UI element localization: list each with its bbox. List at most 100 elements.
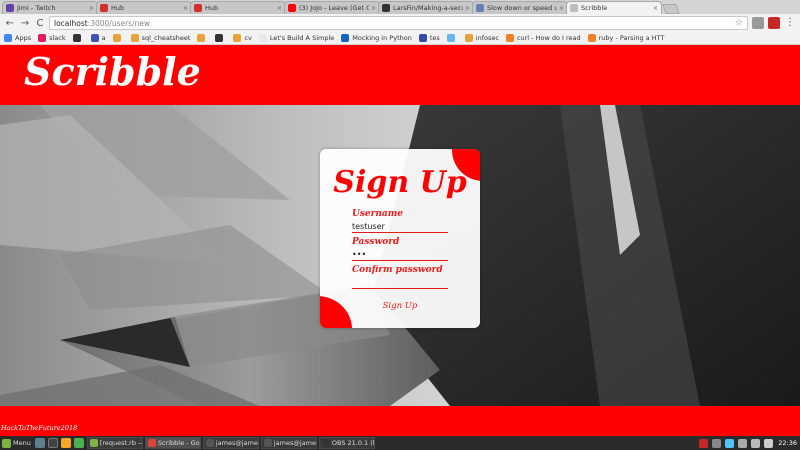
taskbar-window-button[interactable]: james@james xyxy=(260,437,317,449)
site-footer: HackToTheFuture2018 xyxy=(0,406,800,436)
show-desktop-icon[interactable] xyxy=(34,438,45,448)
start-menu-button[interactable]: Menu xyxy=(0,438,35,448)
bookmark-icon xyxy=(258,34,267,42)
taskbar-window-label: [request.rb — xyxy=(99,439,143,447)
tab-title: LarsFin/Making-a-secur xyxy=(393,4,463,12)
bluetooth-icon[interactable] xyxy=(725,438,735,448)
clock[interactable]: 22:36 xyxy=(778,439,797,447)
back-icon[interactable]: ← xyxy=(4,18,16,29)
taskbar-window-label: james@james xyxy=(215,439,259,447)
close-tab-icon[interactable]: × xyxy=(277,5,282,12)
bookmark-icon xyxy=(38,34,47,42)
site-logo[interactable]: Scribble xyxy=(24,49,201,94)
signup-button[interactable]: Sign Up xyxy=(378,300,422,312)
bookmark-item[interactable]: Let's Build A Simple xyxy=(258,34,335,42)
browser-tab-strip: Jimi - Twitch × Hub × Hub × (3) JoJo - Leave (… xyxy=(0,0,800,14)
tab-title: Slow down or speed up xyxy=(487,4,557,12)
close-tab-icon[interactable]: × xyxy=(465,5,470,12)
taskbar-window-button[interactable]: james@james xyxy=(202,437,259,449)
browser-tab[interactable]: LarsFin/Making-a-secur × xyxy=(378,1,474,14)
close-tab-icon[interactable]: × xyxy=(653,5,658,12)
url-path: :3000/users/new xyxy=(87,18,151,28)
new-tab-button[interactable] xyxy=(662,4,680,14)
browser-tab[interactable]: Jimi - Twitch × xyxy=(2,1,98,14)
tab-title: Hub xyxy=(205,4,219,12)
username-field[interactable] xyxy=(352,221,448,233)
confirm-password-label: Confirm password xyxy=(352,265,443,275)
bookmark-label: ruby - Parsing a HTT xyxy=(598,34,665,42)
extension-icon[interactable] xyxy=(752,17,764,29)
bookmark-item[interactable] xyxy=(112,34,124,42)
menu-dots-icon[interactable]: ⋮ xyxy=(784,17,796,29)
browser-tab[interactable]: (3) JoJo - Leave (Get Out× xyxy=(284,1,380,14)
taskbar-window-button[interactable]: OBS 21.0.1 (li xyxy=(318,437,375,449)
browser-launcher-icon[interactable] xyxy=(73,438,84,448)
bookmark-item[interactable]: cv xyxy=(233,34,252,42)
signup-form: Sign Up Username Password Confirm passwo… xyxy=(320,149,480,328)
bookmark-icon xyxy=(341,34,350,42)
bookmark-icon xyxy=(233,34,242,42)
bookmark-icon xyxy=(418,34,427,42)
bookmark-label: a xyxy=(101,34,106,42)
tab-favicon-icon xyxy=(570,4,578,12)
network-icon[interactable] xyxy=(712,438,722,448)
battery-icon[interactable] xyxy=(764,438,774,448)
wifi-icon[interactable] xyxy=(738,438,748,448)
browser-tab[interactable]: Slow down or speed up × xyxy=(472,1,568,14)
os-taskbar: Menu [request.rb — Scribble - Goo james@ja… xyxy=(0,436,800,450)
menu-icon xyxy=(2,438,11,448)
password-field[interactable] xyxy=(352,249,448,261)
bookmark-item[interactable]: sql_cheatsheet xyxy=(130,34,191,42)
app-icon xyxy=(205,439,214,447)
forward-icon[interactable]: → xyxy=(19,18,31,29)
username-label: Username xyxy=(352,209,404,219)
reload-icon[interactable]: C xyxy=(34,18,46,29)
bookmark-label: infosec xyxy=(475,34,499,42)
taskbar-window-button[interactable]: Scribble - Goo xyxy=(144,437,201,449)
bookmark-item[interactable] xyxy=(215,34,226,42)
bookmark-label: Let's Build A Simple xyxy=(269,34,335,42)
bookmark-icon xyxy=(90,34,99,42)
bookmark-item[interactable]: a xyxy=(90,34,106,42)
bookmarks-bar: Apps slack a sql_cheatsheet cv Let's Build A … xyxy=(0,32,800,45)
tab-title: Scribble xyxy=(581,4,608,12)
bookmark-icon xyxy=(215,34,224,42)
bookmark-item[interactable]: curl - How do I read xyxy=(505,34,581,42)
close-tab-icon[interactable]: × xyxy=(559,5,564,12)
terminal-icon[interactable] xyxy=(47,438,58,448)
site-header: Scribble xyxy=(0,45,800,105)
bookmark-item[interactable]: slack xyxy=(38,34,66,42)
bookmark-label: Mocking in Python xyxy=(352,34,412,42)
tab-favicon-icon xyxy=(194,4,202,12)
bookmark-item[interactable]: ruby - Parsing a HTT xyxy=(587,34,665,42)
files-icon[interactable] xyxy=(60,438,71,448)
bookmark-label: Apps xyxy=(15,34,32,42)
bookmark-item[interactable]: tes xyxy=(418,34,440,42)
address-bar[interactable]: localhost:3000/users/new ☆ xyxy=(49,16,748,30)
bookmark-item[interactable] xyxy=(197,34,208,42)
footer-text: HackToTheFuture2018 xyxy=(1,424,78,432)
bookmark-star-icon[interactable]: ☆ xyxy=(735,18,743,28)
close-tab-icon[interactable]: × xyxy=(183,5,188,12)
tab-favicon-icon xyxy=(476,4,484,12)
bookmark-item[interactable]: Apps xyxy=(4,34,31,42)
bookmark-item[interactable] xyxy=(72,34,84,42)
bookmark-item[interactable]: Mocking in Python xyxy=(341,34,412,42)
confirm-password-field[interactable] xyxy=(352,277,448,289)
close-tab-icon[interactable]: × xyxy=(89,5,94,12)
browser-tab[interactable]: Hub × xyxy=(96,1,192,14)
obs-tray-icon[interactable] xyxy=(699,438,709,448)
shield-extension-icon[interactable] xyxy=(768,17,780,29)
browser-tab[interactable]: Hub × xyxy=(190,1,286,14)
app-icon xyxy=(89,439,98,447)
taskbar-window-label: Scribble - Goo xyxy=(157,439,201,447)
bookmark-label: sql_cheatsheet xyxy=(141,34,191,42)
tab-favicon-icon xyxy=(6,4,14,12)
taskbar-window-button[interactable]: [request.rb — xyxy=(86,437,143,449)
volume-icon[interactable] xyxy=(751,438,761,448)
bookmark-item[interactable] xyxy=(446,34,458,42)
close-tab-icon[interactable]: × xyxy=(371,5,376,12)
bookmark-icon xyxy=(72,34,81,42)
bookmark-item[interactable]: infosec xyxy=(464,34,499,42)
browser-tab[interactable]: Scribble × xyxy=(566,1,662,14)
